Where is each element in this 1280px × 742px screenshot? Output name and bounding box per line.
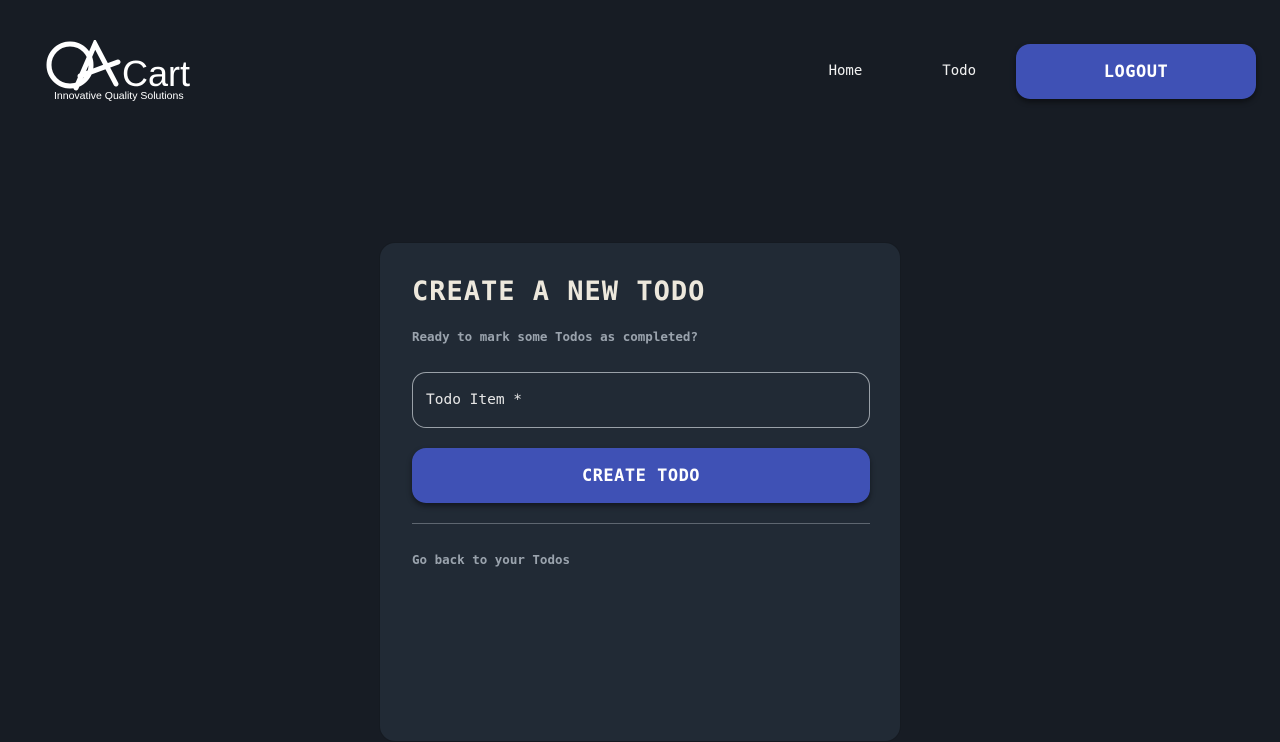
page-title: CREATE A NEW TODO <box>412 276 706 307</box>
top-nav: Home Todo LOGOUT <box>789 44 1256 99</box>
header: Cart Innovative Quality Solutions Home T… <box>0 0 1280 140</box>
logout-button[interactable]: LOGOUT <box>1016 44 1256 99</box>
todo-item-label: Todo Item * <box>426 392 523 408</box>
divider <box>412 523 870 524</box>
qacart-logo[interactable]: Cart Innovative Quality Solutions <box>46 40 198 104</box>
todo-item-field[interactable]: Todo Item * <box>412 372 870 428</box>
create-todo-button[interactable]: CREATE TODO <box>412 448 870 503</box>
card-subtitle: Ready to mark some Todos as completed? <box>412 329 698 344</box>
svg-text:Cart: Cart <box>122 53 190 94</box>
create-todo-card: CREATE A NEW TODO Ready to mark some Tod… <box>379 242 901 742</box>
qacart-logo-graphic: Cart Innovative Quality Solutions <box>46 40 190 102</box>
back-to-todos-link[interactable]: Go back to your Todos <box>412 552 570 567</box>
nav-link-home[interactable]: Home <box>789 44 903 99</box>
nav-link-todo[interactable]: Todo <box>902 44 1016 99</box>
svg-text:Innovative Quality Solutions: Innovative Quality Solutions <box>54 90 184 102</box>
